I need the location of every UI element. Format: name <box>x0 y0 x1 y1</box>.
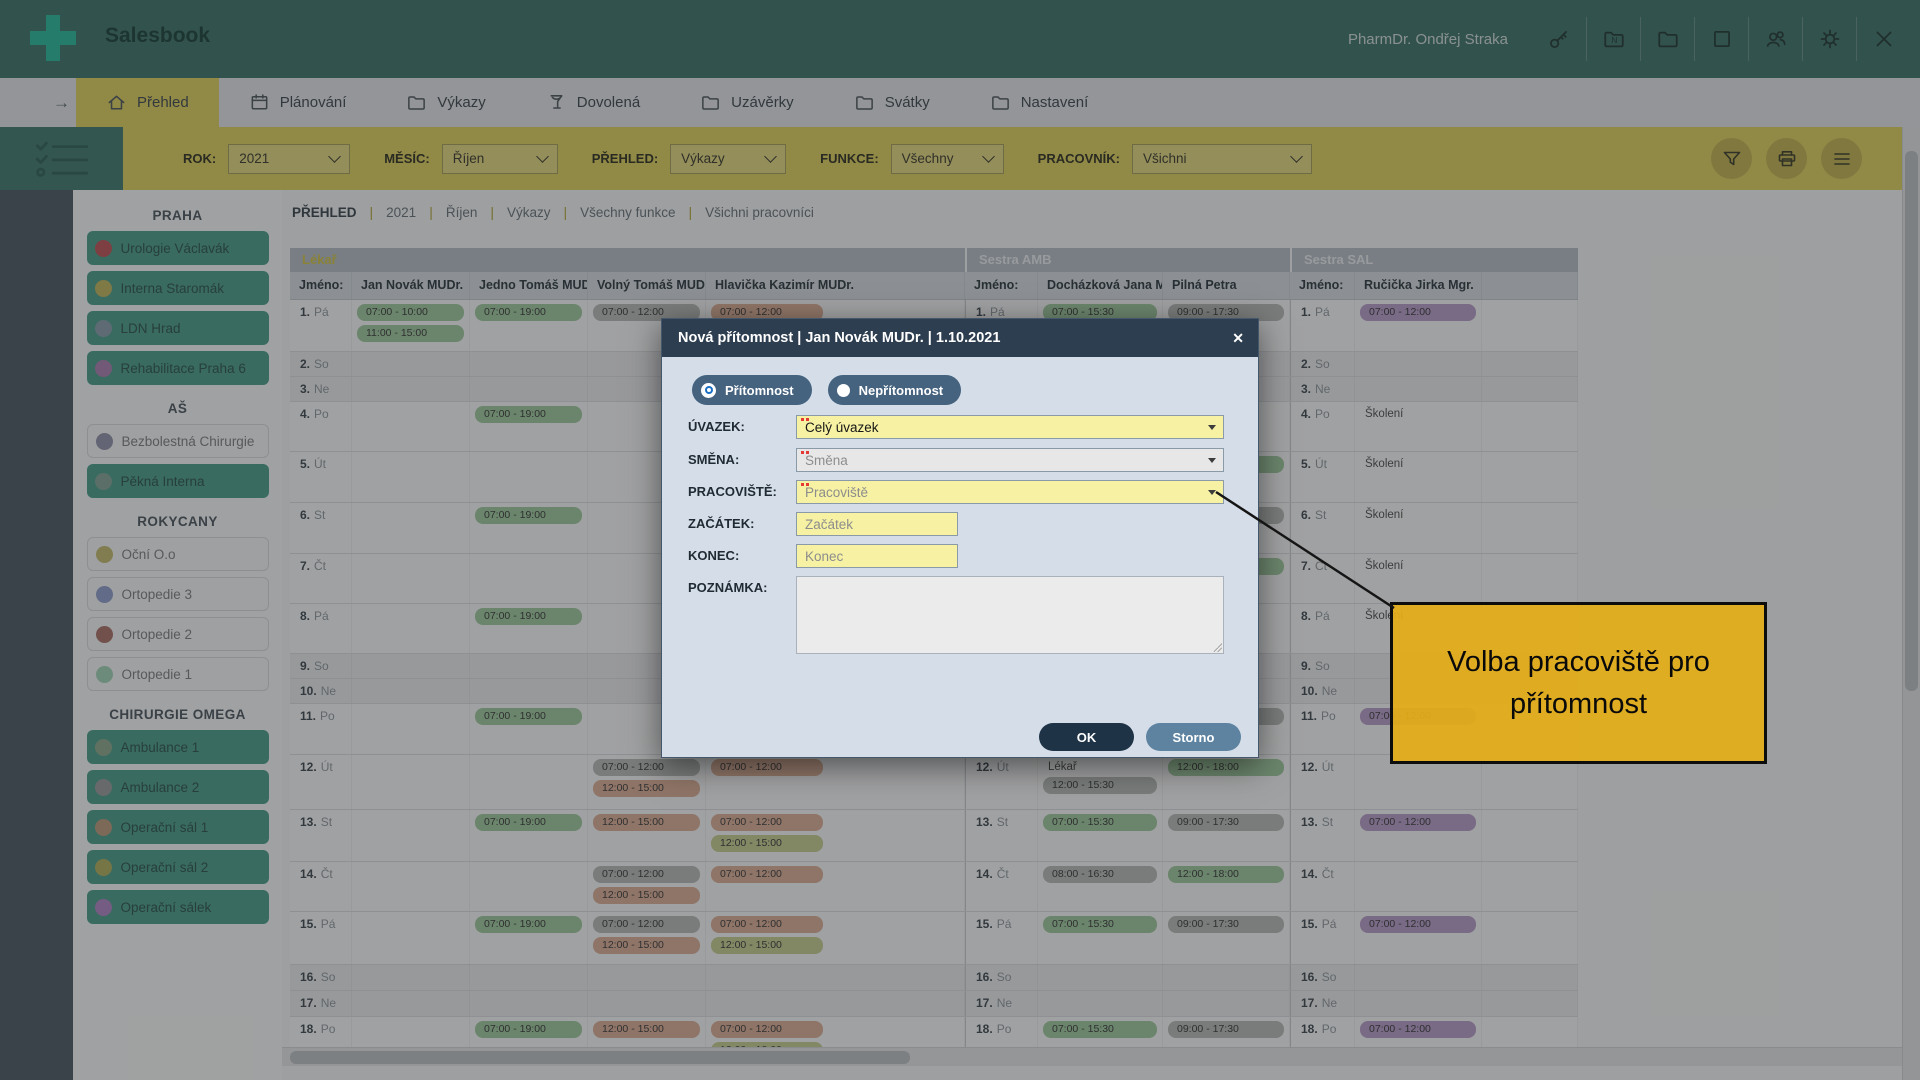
smena-label: SMĚNA: <box>688 452 739 467</box>
ok-button[interactable]: OK <box>1039 723 1134 751</box>
resize-grip-icon[interactable] <box>1212 642 1222 652</box>
required-marker <box>801 483 804 486</box>
salesbook-app: Salesbook PharmDr. Ondřej Straka N → Pře… <box>0 0 1920 1080</box>
konec-input[interactable]: Konec <box>796 544 958 568</box>
pracoviste-placeholder: Pracoviště <box>805 485 868 500</box>
smena-placeholder: Směna <box>805 453 848 468</box>
chevron-down-icon <box>1208 490 1216 499</box>
required-marker <box>801 451 804 454</box>
uvazek-select[interactable]: Celý úvazek <box>796 415 1224 439</box>
close-icon[interactable]: ✕ <box>1232 330 1244 347</box>
pracoviste-label: PRACOVIŠTĚ: <box>688 484 777 499</box>
radio-pritomnost[interactable]: Přítomnost <box>692 375 812 405</box>
pracoviste-select[interactable]: Pracoviště <box>796 480 1224 504</box>
konec-placeholder: Konec <box>805 549 843 564</box>
radio-unselected-icon <box>837 384 850 397</box>
smena-select[interactable]: Směna <box>796 448 1224 472</box>
annotation-text: Volba pracoviště pro přítomnost <box>1419 641 1738 725</box>
annotation-callout: Volba pracoviště pro přítomnost <box>1390 602 1767 764</box>
required-marker <box>801 418 804 421</box>
new-presence-dialog: Nová přítomnost | Jan Novák MUDr. | 1.10… <box>661 318 1259 758</box>
poznamka-textarea[interactable] <box>796 576 1224 654</box>
zacatek-placeholder: Začátek <box>805 517 853 532</box>
dialog-header: Nová přítomnost | Jan Novák MUDr. | 1.10… <box>662 319 1258 357</box>
zacatek-label: ZAČÁTEK: <box>688 516 754 531</box>
konec-label: KONEC: <box>688 548 739 563</box>
radio-nepritomnost[interactable]: Nepřítomnost <box>828 375 962 405</box>
chevron-down-icon <box>1208 458 1216 467</box>
dialog-title: Nová přítomnost | Jan Novák MUDr. | 1.10… <box>678 330 1000 346</box>
radio-nepritomnost-label: Nepřítomnost <box>859 383 944 398</box>
radio-pritomnost-label: Přítomnost <box>725 383 794 398</box>
uvazek-value: Celý úvazek <box>805 420 879 435</box>
uvazek-label: ÚVAZEK: <box>688 419 745 434</box>
radio-selected-icon <box>701 383 716 398</box>
chevron-down-icon <box>1208 425 1216 434</box>
poznamka-label: POZNÁMKA: <box>688 580 767 595</box>
zacatek-input[interactable]: Začátek <box>796 512 958 536</box>
storno-button[interactable]: Storno <box>1146 723 1241 751</box>
